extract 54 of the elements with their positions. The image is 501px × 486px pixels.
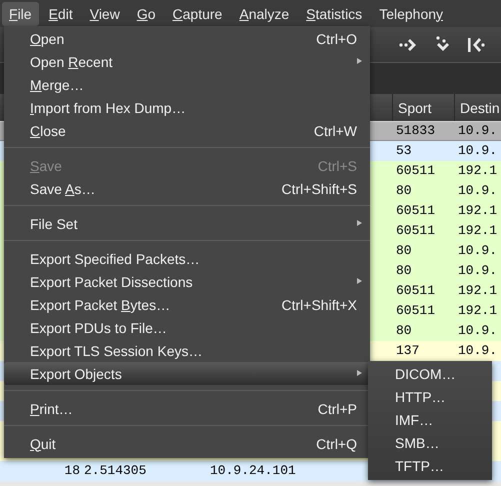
menu-bar-item[interactable]: Edit	[42, 2, 80, 26]
table-cell: 10.9.	[458, 183, 498, 198]
menu-item[interactable]: Export PDUs to File…	[4, 316, 370, 339]
table-cell: 192.1	[458, 223, 498, 238]
table-cell: 192.1	[458, 163, 498, 178]
menu-item[interactable]: Merge…	[4, 73, 370, 96]
menu-bar-item[interactable]: Go	[130, 2, 163, 26]
table-cell: 192.1	[458, 203, 498, 218]
table-cell: 10.9.	[458, 343, 498, 358]
menu-item[interactable]: File Set	[4, 212, 370, 235]
table-cell: 60511	[396, 303, 436, 318]
menu-item[interactable]: IMF…	[368, 408, 492, 431]
menu-item[interactable]: Import from Hex Dump…	[4, 96, 370, 119]
menu-item[interactable]: Open Recent	[4, 50, 370, 73]
menu-item[interactable]: Export Packet Bytes… Ctrl+Shift+X	[4, 293, 370, 316]
menu-item[interactable]: Export Specified Packets…	[4, 247, 370, 270]
menu-item[interactable]: Save As… Ctrl+Shift+S	[4, 177, 370, 200]
menu-item[interactable]: SMB…	[368, 431, 492, 454]
table-cell: 60511	[396, 223, 436, 238]
table-cell: 51833	[396, 123, 436, 138]
menu-bar-item[interactable]: File	[2, 2, 39, 26]
table-cell: 10.9.	[458, 323, 498, 338]
menu-item[interactable]: Close Ctrl+W	[4, 119, 370, 142]
menu-item[interactable]: Export Packet Dissections	[4, 270, 370, 293]
table-cell: 2.514305	[84, 463, 146, 478]
table-cell: 10.9.	[458, 143, 498, 158]
menu-bar-item[interactable]: View	[82, 2, 127, 26]
menu-bar-item[interactable]: Statistics	[299, 2, 370, 26]
table-cell: 192.1	[458, 283, 498, 298]
table-cell: 80	[396, 183, 412, 198]
table-cell: 80	[396, 263, 412, 278]
table-cell: 80	[396, 243, 412, 258]
table-cell: 60511	[396, 283, 436, 298]
menu-bar-item[interactable]: Capture	[166, 2, 230, 26]
menu-item[interactable]: Print… Ctrl+P	[4, 397, 370, 420]
menu-item[interactable]: Open Ctrl+O	[4, 27, 370, 50]
table-cell: 10.9.	[458, 123, 498, 138]
menu-item[interactable]: Export Objects	[4, 362, 370, 385]
menu-item[interactable]: Export TLS Session Keys…	[4, 339, 370, 362]
menu-bar-item[interactable]: Analyze	[232, 2, 296, 26]
menu-item[interactable]: DICOM…	[368, 362, 492, 385]
menu-bar-item[interactable]: Telephony	[372, 2, 450, 26]
table-cell: 10.9.24.101	[210, 463, 296, 478]
table-cell: 80	[396, 323, 412, 338]
table-cell: 53	[396, 143, 412, 158]
table-cell: 137	[396, 343, 420, 358]
table-cell: 60511	[396, 163, 436, 178]
menu-item[interactable]: Quit Ctrl+Q	[4, 432, 370, 455]
menu-item[interactable]: HTTP…	[368, 385, 492, 408]
table-cell: 10.9.	[458, 243, 498, 258]
table-cell: 18	[64, 463, 80, 478]
table-cell: 192.1	[458, 303, 498, 318]
table-cell: 10.9.	[458, 263, 498, 278]
table-cell: 60511	[396, 203, 436, 218]
